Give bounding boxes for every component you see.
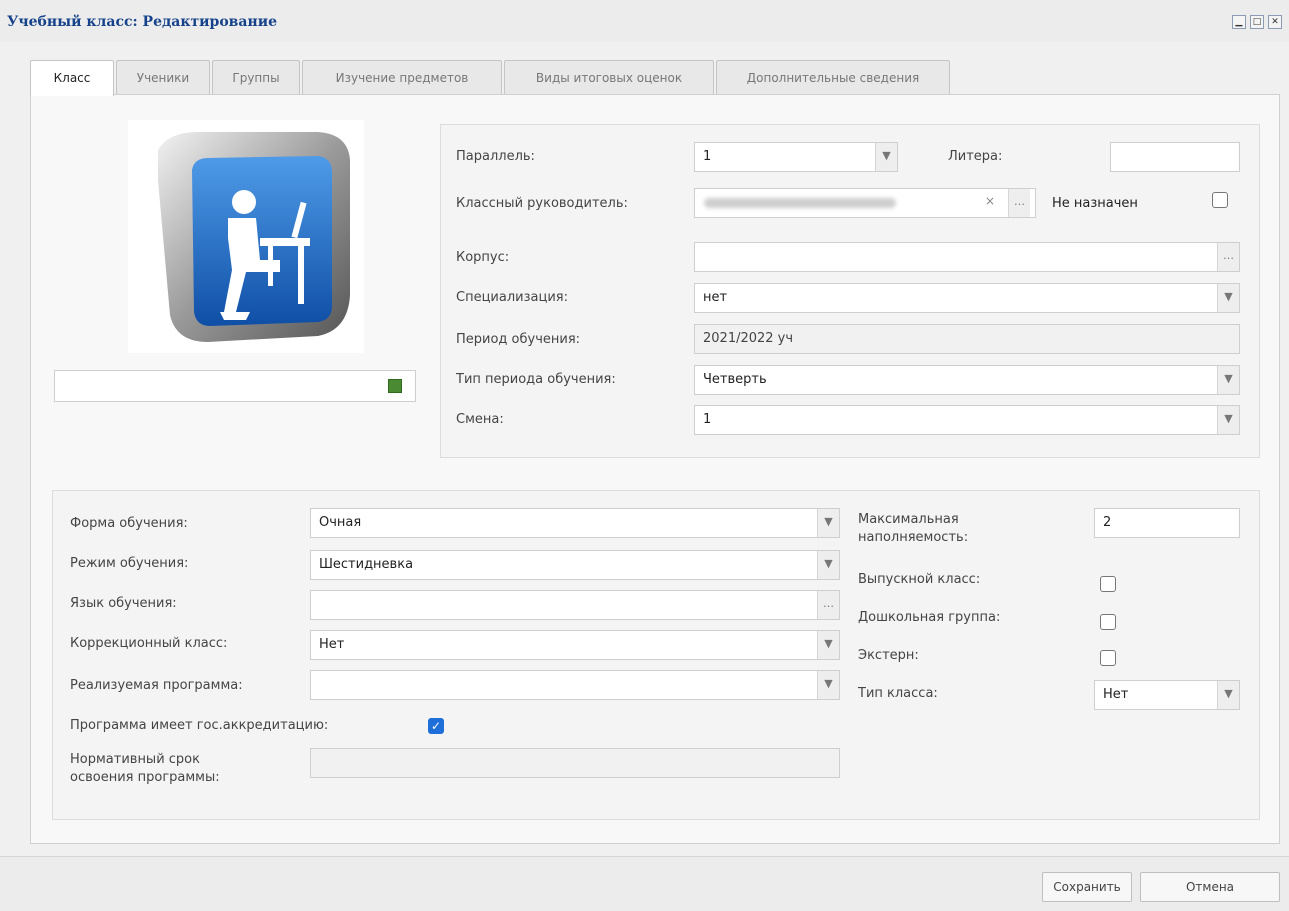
class-photo	[128, 120, 364, 353]
class-teacher-blurred-name	[704, 198, 896, 208]
program-dropdown-icon[interactable]: ▼	[817, 671, 839, 699]
tab-final-grades[interactable]: Виды итоговых оценок	[504, 60, 714, 94]
correction-class-label: Коррекционный класс:	[70, 636, 228, 651]
litera-input[interactable]	[1110, 142, 1240, 172]
extern-checkbox[interactable]	[1100, 650, 1116, 666]
study-period-label: Период обучения:	[456, 332, 581, 347]
preschool-group-checkbox[interactable]	[1100, 614, 1116, 630]
normative-term-field	[310, 748, 840, 778]
accreditation-checkbox[interactable]: ✓	[428, 718, 444, 734]
study-form-label: Форма обучения:	[70, 516, 188, 531]
maximize-icon[interactable]: □	[1250, 15, 1264, 29]
edit-class-window: Учебный класс: Редактирование ▁ □ ✕ Клас…	[0, 0, 1289, 911]
correction-class-dropdown-icon[interactable]: ▼	[817, 631, 839, 659]
tab-students[interactable]: Ученики	[116, 60, 210, 94]
class-type-dropdown-icon[interactable]: ▼	[1217, 681, 1239, 709]
window-title: Учебный класс: Редактирование	[7, 14, 278, 30]
graduation-class-checkbox[interactable]	[1100, 576, 1116, 592]
language-label: Язык обучения:	[70, 596, 177, 611]
study-form-dropdown-icon[interactable]: ▼	[817, 509, 839, 537]
extern-label: Экстерн:	[858, 648, 919, 663]
parallel-label: Параллель:	[456, 149, 535, 164]
language-field[interactable]	[310, 590, 840, 620]
program-select[interactable]	[310, 670, 840, 700]
clear-teacher-icon[interactable]: ×	[985, 194, 995, 208]
period-type-label: Тип периода обучения:	[456, 372, 616, 387]
building-field[interactable]	[694, 242, 1240, 272]
period-type-dropdown-icon[interactable]: ▼	[1217, 366, 1239, 394]
class-teacher-label: Классный руководитель:	[456, 196, 628, 211]
normative-term-label-line1: Нормативный срок	[70, 752, 200, 767]
parallel-select[interactable]: 1	[694, 142, 898, 172]
building-label: Корпус:	[456, 250, 510, 265]
litera-label: Литера:	[948, 149, 1003, 164]
tab-class[interactable]: Класс	[30, 60, 114, 96]
tab-additional-info[interactable]: Дополнительные сведения	[716, 60, 950, 94]
class-teacher-icon	[158, 132, 350, 342]
max-capacity-label-line1: Максимальная	[858, 512, 959, 527]
not-assigned-checkbox[interactable]	[1212, 192, 1228, 208]
close-icon[interactable]: ✕	[1268, 15, 1282, 29]
specialization-dropdown-icon[interactable]: ▼	[1217, 284, 1239, 312]
photo-path-field[interactable]	[54, 370, 416, 402]
select-teacher-icon[interactable]: …	[1008, 189, 1030, 217]
study-period-field: 2021/2022 уч	[694, 324, 1240, 354]
window-titlebar[interactable]: Учебный класс: Редактирование ▁ □ ✕	[0, 0, 1289, 42]
specialization-label: Специализация:	[456, 290, 568, 305]
study-mode-select[interactable]: Шестидневка	[310, 550, 840, 580]
preschool-group-label: Дошкольная группа:	[858, 610, 1001, 625]
tab-groups[interactable]: Группы	[212, 60, 300, 94]
max-capacity-label-line2: наполняемость:	[858, 530, 969, 545]
period-type-select[interactable]: Четверть	[694, 365, 1240, 395]
study-mode-label: Режим обучения:	[70, 556, 189, 571]
minimize-icon[interactable]: ▁	[1232, 15, 1246, 29]
specialization-select[interactable]: нет	[694, 283, 1240, 313]
study-mode-dropdown-icon[interactable]: ▼	[817, 551, 839, 579]
program-label: Реализуемая программа:	[70, 678, 243, 693]
accreditation-label: Программа имеет гос.аккредитацию:	[70, 718, 329, 733]
max-capacity-input[interactable]: 2	[1094, 508, 1240, 538]
parallel-dropdown-icon[interactable]: ▼	[875, 143, 897, 171]
not-assigned-label: Не назначен	[1052, 196, 1138, 211]
shift-label: Смена:	[456, 412, 504, 427]
study-form-select[interactable]: Очная	[310, 508, 840, 538]
select-language-icon[interactable]: …	[817, 591, 839, 619]
shift-dropdown-icon[interactable]: ▼	[1217, 406, 1239, 434]
select-building-icon[interactable]: …	[1217, 243, 1239, 271]
correction-class-select[interactable]: Нет	[310, 630, 840, 660]
graduation-class-label: Выпускной класс:	[858, 572, 981, 587]
save-button[interactable]: Сохранить	[1042, 872, 1132, 902]
shift-select[interactable]: 1	[694, 405, 1240, 435]
normative-term-label-line2: освоения программы:	[70, 770, 220, 785]
upload-photo-icon[interactable]	[388, 379, 402, 393]
tab-subjects[interactable]: Изучение предметов	[302, 60, 502, 94]
cancel-button[interactable]: Отмена	[1140, 872, 1280, 902]
class-type-label: Тип класса:	[858, 686, 938, 701]
